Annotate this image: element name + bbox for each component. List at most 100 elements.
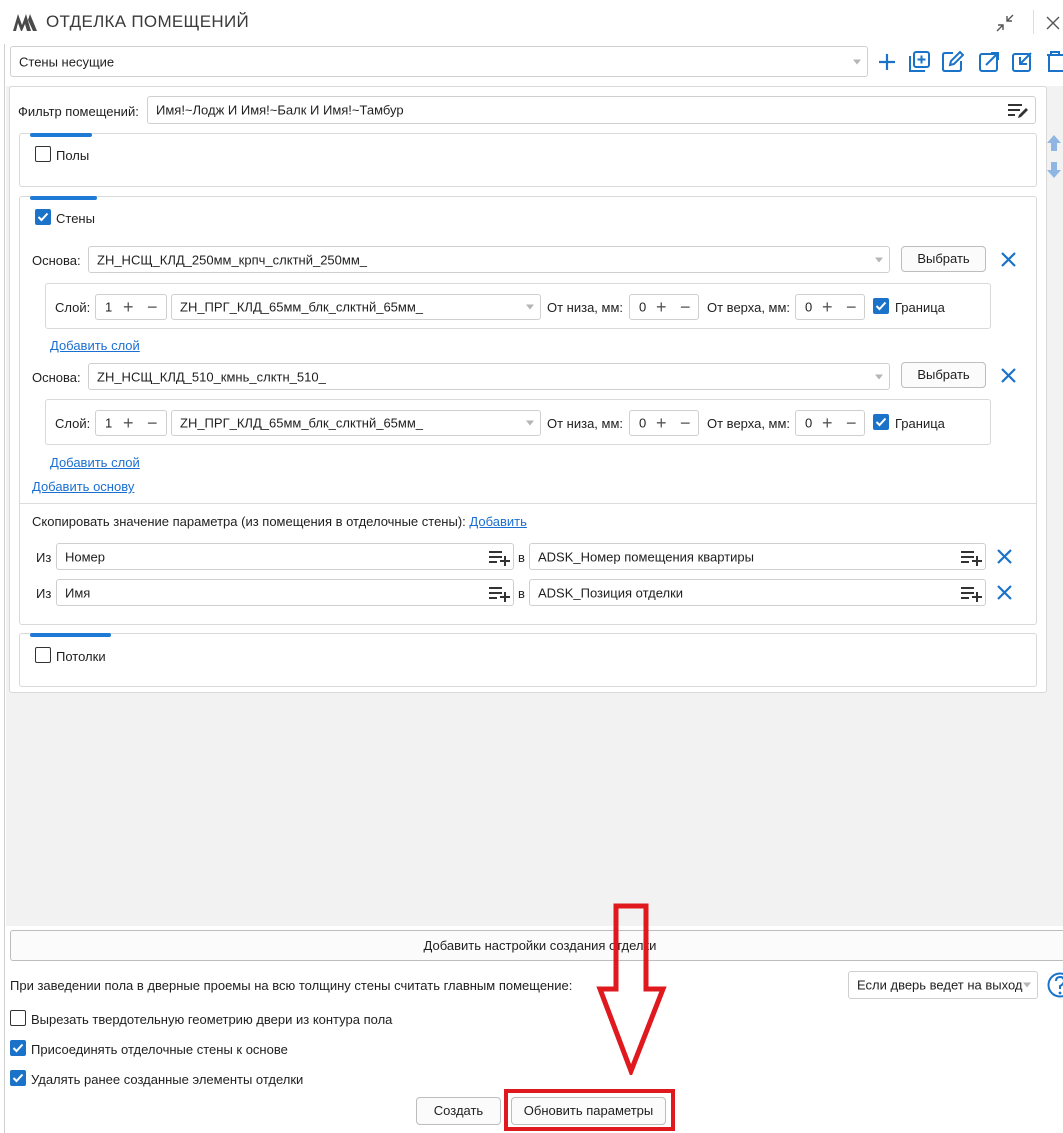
join-walls-checkbox[interactable] [10,1040,26,1056]
decrement-icon[interactable]: − [846,414,857,432]
increment-icon[interactable]: + [123,298,134,316]
pick-parameter-icon[interactable] [488,585,510,602]
pick-parameter-icon[interactable] [488,549,510,566]
base-label: Основа: [32,370,81,385]
pick-parameter-icon[interactable] [960,549,982,566]
copy-to-value: ADSK_Номер помещения квартиры [538,549,754,564]
layer-index-stepper[interactable]: 1 + − [95,294,167,320]
cut-door-geometry-checkbox[interactable] [10,1010,26,1026]
filter-label: Фильтр помещений: [18,104,139,119]
edit-icon[interactable] [941,50,964,73]
ceilings-checkbox[interactable] [35,647,51,663]
to-label: в [518,586,525,601]
copy-to-input[interactable]: ADSK_Позиция отделки [529,579,986,606]
layer-index-stepper[interactable]: 1 + − [95,410,167,436]
app-logo-icon [13,14,37,31]
door-option-label: При заведении пола в дверные проемы на в… [10,978,573,993]
copy-to-input[interactable]: ADSK_Номер помещения квартиры [529,543,986,570]
border-checkbox[interactable] [873,414,889,430]
bottom-offset-label: От низа, мм: [547,416,624,431]
layer-label: Слой: [55,416,91,431]
top-offset-label: От верха, мм: [707,300,791,315]
close-icon[interactable] [1045,15,1061,31]
increment-icon[interactable]: + [656,414,667,432]
decrement-icon[interactable]: − [680,414,691,432]
copy-from-input[interactable]: Имя [56,579,514,606]
import-icon[interactable] [1011,50,1034,73]
increment-icon[interactable]: + [822,414,833,432]
check-icon [12,1043,24,1053]
remove-base-icon[interactable] [1000,251,1017,268]
floors-label: Полы [56,148,90,163]
decrement-icon[interactable]: − [680,298,691,316]
plus-icon[interactable] [877,52,897,72]
collapse-icon[interactable] [995,13,1015,33]
preset-value: Стены несущие [19,54,115,69]
preset-combobox[interactable]: Стены несущие [10,46,868,77]
delete-previous-checkbox[interactable] [10,1070,26,1086]
layer-combobox[interactable]: ZH_ПРГ_КЛД_65мм_блк_слктнй_65мм_ [171,294,541,320]
copy-params-label: Скопировать значение параметра (из помещ… [32,514,527,529]
decrement-icon[interactable]: − [147,298,158,316]
annotation-arrow-icon [596,903,667,1075]
decrement-icon[interactable]: − [147,414,158,432]
base-combobox[interactable]: ZH_НСЩ_КЛД_510_кмнь_слктн_510_ [88,363,890,390]
base-combobox[interactable]: ZH_НСЩ_КЛД_250мм_крпч_слктнй_250мм_ [88,246,890,273]
from-label: Из [36,550,52,565]
filter-edit-icon[interactable] [1007,102,1029,120]
add-settings-button[interactable]: Добавить настройки создания отделки [10,930,1063,961]
door-option-combobox[interactable]: Если дверь ведет на выход [848,971,1038,999]
from-label: Из [36,586,52,601]
floors-checkbox[interactable] [35,146,51,162]
increment-icon[interactable]: + [656,298,667,316]
walls-checkbox[interactable] [35,209,51,225]
title-bar: ОТДЕЛКА ПОМЕЩЕНИЙ [0,0,1063,44]
bottom-offset-stepper[interactable]: 0 + − [629,410,699,436]
bottom-offset-stepper[interactable]: 0 + − [629,294,699,320]
top-offset-stepper[interactable]: 0 + − [795,294,865,320]
add-copy-param-link[interactable]: Добавить [469,514,526,529]
copy-to-value: ADSK_Позиция отделки [538,585,684,600]
remove-base-icon[interactable] [1000,367,1017,384]
add-layer-link[interactable]: Добавить слой [50,338,140,353]
delete-icon[interactable] [1045,50,1063,73]
copy-from-input[interactable]: Номер [56,543,514,570]
add-base-link[interactable]: Добавить основу [32,479,134,494]
export-icon[interactable] [978,50,1001,73]
base-value: ZH_НСЩ_КЛД_510_кмнь_слктн_510_ [97,369,326,384]
cut-door-geometry-label: Вырезать твердотельную геометрию двери и… [31,1012,393,1027]
layer-value: ZH_ПРГ_КЛД_65мм_блк_слктнй_65мм_ [180,415,424,431]
titlebar-divider [1033,10,1034,34]
filter-input[interactable]: Имя!~Лодж И Имя!~Балк И Имя!~Тамбур [147,96,1036,124]
create-button[interactable]: Создать [416,1097,501,1125]
remove-copy-row-icon[interactable] [996,548,1013,565]
layer-index-value: 1 [105,415,113,431]
door-option-value: Если дверь ведет на выход [857,977,1023,993]
increment-icon[interactable]: + [123,414,134,432]
chevron-down-icon [853,59,861,64]
add-copy-icon[interactable] [908,50,931,73]
chevron-down-icon [526,420,534,426]
bottom-offset-label: От низа, мм: [547,300,624,315]
layer-combobox[interactable]: ZH_ПРГ_КЛД_65мм_блк_слктнй_65мм_ [171,410,541,436]
remove-copy-row-icon[interactable] [996,584,1013,601]
layer-index-value: 1 [105,299,113,315]
layer-value: ZH_ПРГ_КЛД_65мм_блк_слктнй_65мм_ [180,299,424,315]
pick-parameter-icon[interactable] [960,585,982,602]
help-icon[interactable] [1046,971,1063,999]
delete-previous-label: Удалять ранее созданные элементы отделки [31,1072,304,1087]
increment-icon[interactable]: + [822,298,833,316]
top-offset-stepper[interactable]: 0 + − [795,410,865,436]
copy-params-text: Скопировать значение параметра (из помещ… [32,514,466,529]
border-checkbox[interactable] [873,298,889,314]
decrement-icon[interactable]: − [846,298,857,316]
choose-base-button[interactable]: Выбрать [901,246,986,272]
add-layer-link[interactable]: Добавить слой [50,455,140,470]
choose-base-button[interactable]: Выбрать [901,362,986,388]
move-down-icon[interactable] [1046,161,1062,179]
bottom-offset-value: 0 [639,415,647,431]
move-up-icon[interactable] [1046,134,1062,152]
floors-section [19,133,1037,187]
copy-from-value: Номер [65,549,106,564]
check-icon [37,212,49,222]
